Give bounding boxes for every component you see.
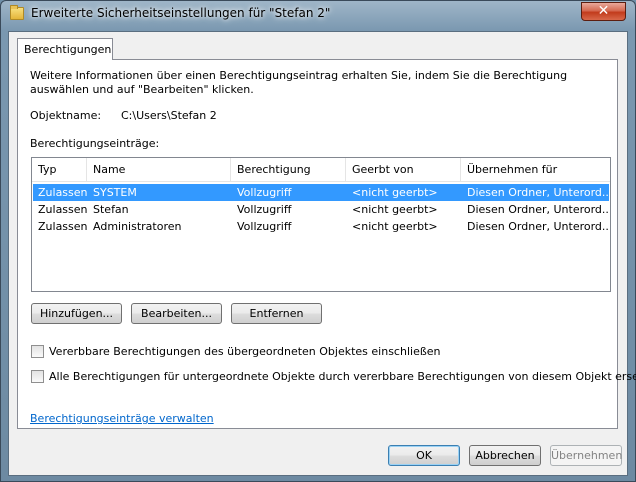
cell-name: Administratoren [93, 220, 182, 233]
close-icon: ✕ [597, 3, 610, 19]
cell-apply-to: Diesen Ordner, Unterord... [467, 203, 609, 216]
inherit-permissions-label[interactable]: Vererbbare Berechtigungen des übergeordn… [49, 345, 441, 358]
cell-permission: Vollzugriff [237, 203, 292, 216]
column-header-name[interactable]: Name [87, 158, 231, 182]
cell-apply-to: Diesen Ordner, Unterord... [467, 220, 609, 233]
table-row[interactable]: Zulassen Stefan Vollzugriff <nicht geerb… [33, 201, 609, 218]
dialog-client-area: Berechtigungen Weitere Informationen übe… [8, 31, 636, 476]
security-settings-window: Erweiterte Sicherheitseinstellungen für … [0, 0, 636, 482]
table-row[interactable]: Zulassen SYSTEM Vollzugriff <nicht geerb… [33, 184, 609, 201]
replace-permissions-label[interactable]: Alle Berechtigungen für untergeordnete O… [49, 370, 636, 383]
object-name-value: C:\Users\Stefan 2 [121, 109, 217, 122]
cell-inherited-from: <nicht geerbt> [352, 220, 438, 233]
cell-name: Stefan [93, 203, 129, 216]
cell-type: Zulassen [38, 186, 88, 199]
cell-permission: Vollzugriff [237, 220, 292, 233]
folder-icon [10, 5, 24, 20]
edit-button[interactable]: Bearbeiten... [131, 303, 222, 324]
close-button[interactable]: ✕ [581, 2, 626, 21]
cell-type: Zulassen [38, 203, 88, 216]
cell-apply-to: Diesen Ordner, Unterord... [467, 186, 609, 199]
title-bar[interactable]: Erweiterte Sicherheitseinstellungen für … [1, 1, 635, 27]
column-header-inherited-from[interactable]: Geerbt von [346, 158, 461, 182]
cancel-button[interactable]: Abbrechen [469, 445, 541, 466]
column-header-permission[interactable]: Berechtigung [231, 158, 346, 182]
cell-inherited-from: <nicht geerbt> [352, 186, 438, 199]
permission-entries-list[interactable]: Typ Name Berechtigung Geerbt von Überneh… [31, 157, 611, 292]
cell-type: Zulassen [38, 220, 88, 233]
ok-button[interactable]: OK [388, 445, 460, 466]
cell-inherited-from: <nicht geerbt> [352, 203, 438, 216]
remove-button[interactable]: Entfernen [231, 303, 322, 324]
object-name-label: Objektname: [30, 109, 102, 122]
permissions-panel: Weitere Informationen über einen Berecht… [17, 59, 636, 429]
replace-permissions-checkbox[interactable] [31, 370, 44, 383]
add-button[interactable]: Hinzufügen... [31, 303, 122, 324]
tab-permissions[interactable]: Berechtigungen [17, 38, 113, 60]
cell-permission: Vollzugriff [237, 186, 292, 199]
info-text: Weitere Informationen über einen Berecht… [30, 69, 568, 96]
apply-button[interactable]: Übernehmen [550, 445, 622, 466]
list-header: Typ Name Berechtigung Geerbt von Überneh… [32, 158, 610, 182]
table-row[interactable]: Zulassen Administratoren Vollzugriff <ni… [33, 218, 609, 235]
window-title: Erweiterte Sicherheitseinstellungen für … [31, 6, 331, 20]
column-header-type[interactable]: Typ [32, 158, 87, 182]
inherit-permissions-checkbox[interactable] [31, 345, 44, 358]
manage-entries-link[interactable]: Berechtigungseinträge verwalten [30, 412, 214, 425]
cell-name: SYSTEM [93, 186, 137, 199]
permission-entries-label: Berechtigungseinträge: [30, 137, 160, 150]
column-header-apply-to[interactable]: Übernehmen für [461, 158, 609, 182]
